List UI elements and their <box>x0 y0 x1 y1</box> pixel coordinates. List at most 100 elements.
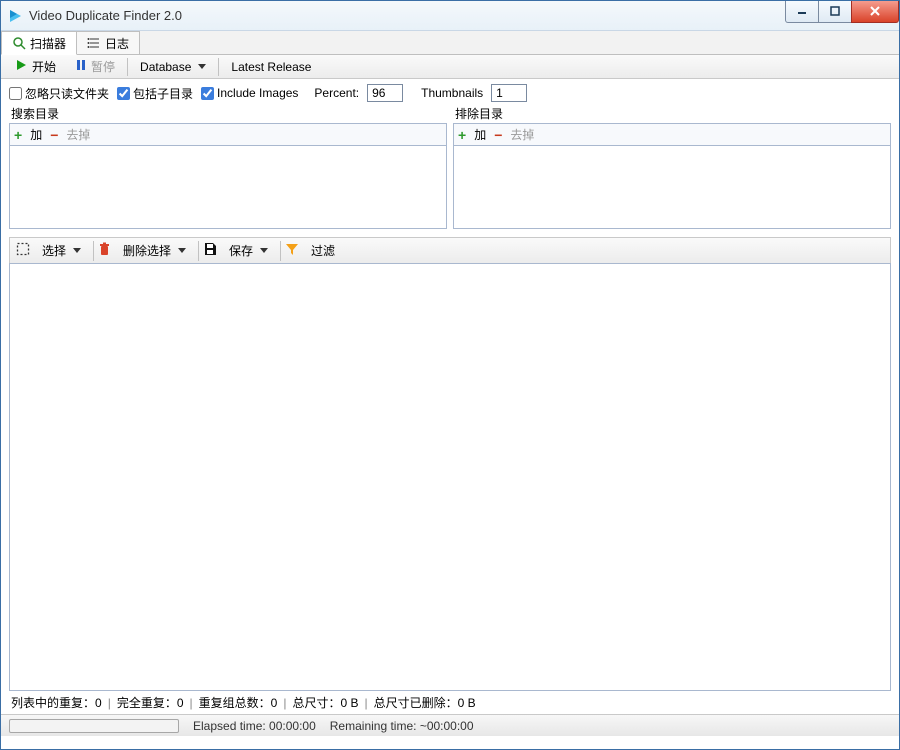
titlebar: Video Duplicate Finder 2.0 <box>1 1 899 31</box>
chevron-down-icon <box>178 248 186 253</box>
include-images-label: Include Images <box>217 86 298 100</box>
select-label: 选择 <box>42 242 66 259</box>
separator <box>127 58 128 76</box>
separator: | <box>102 696 117 710</box>
exclude-folders-panel: 排除目录 + 加 − 去掉 <box>453 103 891 229</box>
tab-log[interactable]: 日志 <box>76 31 140 54</box>
start-button[interactable]: 开始 <box>7 56 64 78</box>
tab-scanner-label: 扫描器 <box>30 35 66 52</box>
chevron-down-icon <box>73 248 81 253</box>
filter-button[interactable]: 过滤 <box>303 240 343 262</box>
latest-release-label: Latest Release <box>231 60 311 74</box>
ignore-readonly-label: 忽略只读文件夹 <box>25 85 109 102</box>
search-folders-tools: + 加 − 去掉 <box>9 123 447 145</box>
filter-label: 过滤 <box>311 242 335 259</box>
exclude-folders-label: 排除目录 <box>455 105 891 122</box>
ignore-readonly-checkbox[interactable]: 忽略只读文件夹 <box>9 85 109 102</box>
search-folders-list[interactable] <box>9 145 447 229</box>
delete-selection-dropdown[interactable]: 删除选择 <box>115 240 194 262</box>
search-folders-label: 搜索目录 <box>11 105 447 122</box>
maximize-button[interactable] <box>818 1 852 23</box>
dup-in-list-value: 0 <box>95 696 102 710</box>
list-icon <box>87 36 101 50</box>
progress-bar <box>9 719 179 733</box>
tab-scanner[interactable]: 扫描器 <box>1 31 77 55</box>
search-folders-panel: 搜索目录 + 加 − 去掉 <box>9 103 447 229</box>
separator <box>93 241 94 261</box>
dup-in-list-label: 列表中的重复： <box>11 694 95 711</box>
play-icon <box>15 59 27 74</box>
minus-icon: − <box>50 127 58 143</box>
include-subdirs-checkbox[interactable]: 包括子目录 <box>117 85 193 102</box>
add-search-folder-button[interactable]: 加 <box>30 126 42 143</box>
remaining-value: ~00:00:00 <box>420 719 474 733</box>
chevron-down-icon <box>260 248 268 253</box>
folder-panes: 搜索目录 + 加 − 去掉 排除目录 + 加 − 去掉 <box>1 103 899 229</box>
include-subdirs-label: 包括子目录 <box>133 85 193 102</box>
add-exclude-folder-button[interactable]: 加 <box>474 126 486 143</box>
total-size-value: 0 B <box>341 696 359 710</box>
select-dropdown[interactable]: 选择 <box>34 240 89 262</box>
group-total-value: 0 <box>271 696 278 710</box>
database-dropdown[interactable]: Database <box>132 56 214 78</box>
remaining-time: Remaining time: ~00:00:00 <box>330 719 474 733</box>
separator <box>198 241 199 261</box>
elapsed-value: 00:00:00 <box>269 719 316 733</box>
remove-search-folder-button[interactable]: 去掉 <box>66 126 90 143</box>
full-dup-value: 0 <box>177 696 184 710</box>
status-bar: Elapsed time: 00:00:00 Remaining time: ~… <box>1 714 899 736</box>
window-buttons <box>786 1 899 23</box>
tabs-bar: 扫描器 日志 <box>1 31 899 55</box>
deleted-size-value: 0 B <box>458 696 476 710</box>
minimize-button[interactable] <box>785 1 819 23</box>
thumbnails-label: Thumbnails <box>421 86 483 100</box>
plus-icon: + <box>14 127 22 143</box>
remaining-label: Remaining time: <box>330 719 417 733</box>
full-dup-label: 完全重复： <box>117 694 177 711</box>
latest-release-button[interactable]: Latest Release <box>223 56 319 78</box>
thumbnails-input[interactable] <box>491 84 527 102</box>
separator: | <box>277 696 292 710</box>
plus-icon: + <box>458 127 466 143</box>
app-icon <box>7 8 23 24</box>
separator <box>280 241 281 261</box>
separator <box>218 58 219 76</box>
close-button[interactable] <box>851 1 899 23</box>
database-label: Database <box>140 60 191 74</box>
selection-icon <box>16 242 30 259</box>
exclude-folders-tools: + 加 − 去掉 <box>453 123 891 145</box>
start-label: 开始 <box>32 58 56 75</box>
delete-selection-label: 删除选择 <box>123 242 171 259</box>
elapsed-time: Elapsed time: 00:00:00 <box>193 719 316 733</box>
save-icon <box>203 242 217 259</box>
pause-button[interactable]: 暂停 <box>68 56 123 78</box>
tab-log-label: 日志 <box>105 35 129 52</box>
save-dropdown[interactable]: 保存 <box>221 240 276 262</box>
elapsed-label: Elapsed time: <box>193 719 266 733</box>
deleted-size-label: 总尺寸已删除： <box>374 694 458 711</box>
include-images-input[interactable] <box>201 87 214 100</box>
pause-icon <box>76 59 86 74</box>
main-toolbar: 开始 暂停 Database Latest Release <box>1 55 899 79</box>
trash-icon <box>98 242 111 259</box>
separator: | <box>184 696 199 710</box>
search-icon <box>12 36 26 50</box>
percent-input[interactable] <box>367 84 403 102</box>
include-images-checkbox[interactable]: Include Images <box>201 86 298 100</box>
exclude-folders-list[interactable] <box>453 145 891 229</box>
remove-exclude-folder-button[interactable]: 去掉 <box>510 126 534 143</box>
include-subdirs-input[interactable] <box>117 87 130 100</box>
percent-label: Percent: <box>314 86 359 100</box>
total-size-label: 总尺寸： <box>292 694 340 711</box>
chevron-down-icon <box>198 64 206 69</box>
ignore-readonly-input[interactable] <box>9 87 22 100</box>
status-counts: 列表中的重复： 0 | 完全重复： 0 | 重复组总数： 0 | 总尺寸： 0 … <box>9 691 891 714</box>
minus-icon: − <box>494 127 502 143</box>
save-label: 保存 <box>229 242 253 259</box>
results-list[interactable] <box>9 263 891 691</box>
separator: | <box>359 696 374 710</box>
action-bar: 选择 删除选择 保存 过滤 <box>9 237 891 263</box>
options-row: 忽略只读文件夹 包括子目录 Include Images Percent: Th… <box>1 79 899 103</box>
pause-label: 暂停 <box>91 58 115 75</box>
window-title: Video Duplicate Finder 2.0 <box>29 8 786 23</box>
